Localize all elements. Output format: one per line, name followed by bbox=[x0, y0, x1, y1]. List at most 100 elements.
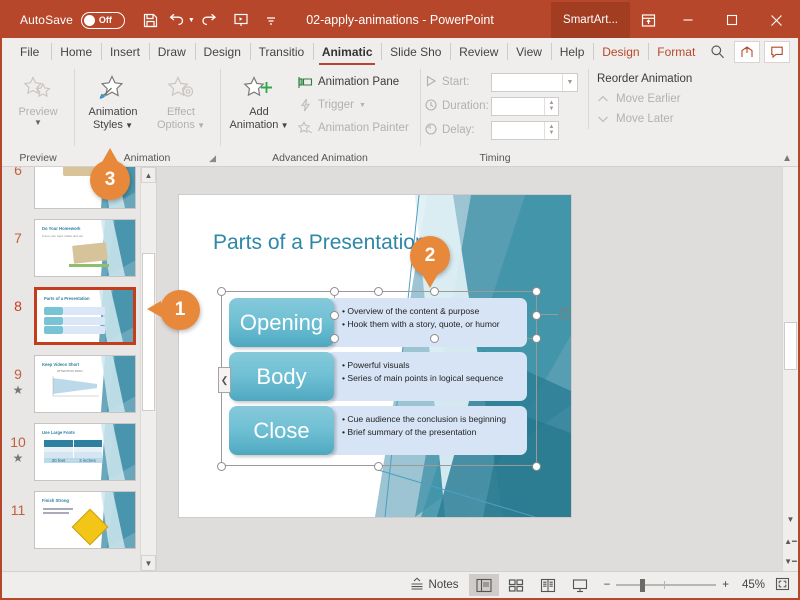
scroll-up-arrow-icon[interactable]: ▲ bbox=[141, 167, 156, 183]
delay-stepper[interactable]: ▲ ▼ bbox=[544, 121, 558, 139]
tab-slide-show[interactable]: Slide Sho bbox=[381, 38, 450, 65]
start-select[interactable]: ▼ bbox=[491, 72, 578, 92]
start-value[interactable] bbox=[492, 74, 562, 91]
smartart-row-opening[interactable]: Opening • Overview of the content & purp… bbox=[229, 298, 527, 347]
shape-handle-tc[interactable] bbox=[430, 287, 439, 296]
ribbon-display-options-icon[interactable] bbox=[630, 2, 666, 38]
tab-view[interactable]: View bbox=[507, 38, 551, 65]
smartart-heading-opening[interactable]: Opening bbox=[229, 298, 334, 347]
resize-handle-tc[interactable] bbox=[374, 286, 383, 296]
tab-smartart-format[interactable]: Format bbox=[648, 38, 704, 65]
animation-dialog-launcher-icon[interactable]: ◢ bbox=[209, 153, 216, 164]
shape-handle-ml[interactable] bbox=[330, 311, 339, 320]
preview-button[interactable]: Preview ▼ bbox=[7, 69, 69, 127]
previous-slide-icon[interactable]: ▲━ bbox=[783, 533, 798, 549]
delay-spinner[interactable]: ▲ ▼ bbox=[491, 120, 559, 140]
customize-qat-icon[interactable] bbox=[257, 7, 285, 33]
duration-value[interactable] bbox=[492, 98, 544, 115]
delay-value[interactable] bbox=[492, 122, 544, 139]
canvas-scrollbar-thumb[interactable] bbox=[784, 322, 797, 370]
save-icon[interactable] bbox=[137, 7, 165, 33]
maximize-button[interactable] bbox=[710, 2, 754, 38]
animation-pane-button[interactable]: Animation Pane bbox=[293, 72, 413, 92]
add-animation-button[interactable]: Add Animation ▼ bbox=[225, 69, 293, 132]
duration-stepper[interactable]: ▲ ▼ bbox=[544, 97, 558, 115]
resize-handle-tl[interactable] bbox=[216, 286, 226, 296]
share-icon[interactable] bbox=[734, 40, 760, 63]
zoom-slider[interactable] bbox=[616, 579, 717, 592]
tab-review[interactable]: Review bbox=[450, 38, 507, 65]
slide-thumbnail-11[interactable]: 11 Finish Strong bbox=[2, 485, 140, 553]
zoom-out-button[interactable]: − bbox=[604, 579, 611, 591]
resize-handle-br[interactable] bbox=[532, 461, 541, 471]
redo-icon[interactable] bbox=[197, 7, 225, 33]
tab-home[interactable]: Home bbox=[51, 38, 101, 65]
minimize-button[interactable] bbox=[666, 2, 710, 38]
search-icon[interactable] bbox=[704, 41, 730, 63]
smartart-text-pane-collapse-icon[interactable]: ❮ bbox=[218, 367, 231, 393]
notes-button[interactable]: Notes bbox=[401, 572, 468, 598]
trigger-button[interactable]: Trigger ▼ bbox=[293, 95, 413, 115]
shape-handle-bc[interactable] bbox=[430, 334, 439, 343]
chevron-down-icon[interactable]: ▼ bbox=[562, 73, 577, 91]
canvas-scrollbar[interactable]: ▼ ▲━ ▼━ bbox=[782, 167, 798, 571]
thumbnail-scrollbar-thumb[interactable] bbox=[142, 253, 155, 411]
move-later-button[interactable]: Move Later bbox=[591, 109, 698, 129]
smartart-heading-body[interactable]: Body bbox=[229, 352, 334, 401]
smartart-bullets-opening[interactable]: • Overview of the content & purpose • Ho… bbox=[326, 298, 527, 347]
move-earlier-button[interactable]: Move Earlier bbox=[591, 89, 698, 109]
smartart-row-body[interactable]: Body • Powerful visuals • Series of main… bbox=[229, 352, 527, 401]
smartart-bullets-body[interactable]: • Powerful visuals • Series of main poin… bbox=[326, 352, 527, 401]
reading-view-button[interactable] bbox=[533, 574, 563, 596]
zoom-percent-label[interactable]: 45% bbox=[735, 579, 765, 591]
shape-handle-mr[interactable] bbox=[532, 311, 541, 320]
slide-sorter-button[interactable] bbox=[501, 574, 531, 596]
tab-draw[interactable]: Draw bbox=[148, 38, 195, 65]
tab-transitions[interactable]: Transitio bbox=[249, 38, 313, 65]
slide-thumbnail-7[interactable]: 7 Do Your Homework Know your topic insid… bbox=[2, 213, 140, 281]
duration-spinner[interactable]: ▲ ▼ bbox=[491, 96, 559, 116]
zoom-slider-handle[interactable] bbox=[640, 579, 646, 592]
zoom-in-button[interactable]: + bbox=[722, 579, 729, 591]
slide-thumbnail-9[interactable]: 9 ★ Keep Videos Short ATTENTION SPAN bbox=[2, 349, 140, 417]
undo-icon[interactable]: ▼ bbox=[167, 7, 195, 33]
smartart-row-close[interactable]: Close • Cue audience the conclusion is b… bbox=[229, 406, 527, 455]
next-slide-icon[interactable]: ▼━ bbox=[783, 553, 798, 569]
slide-thumbnail-10[interactable]: 10 ★ Use Large Fonts 30 feet 3 inches bbox=[2, 417, 140, 485]
slide-thumbnail-pane[interactable]: 6 7 Do Your Homework Know your topic ins… bbox=[2, 167, 157, 571]
resize-handle-bl[interactable] bbox=[216, 461, 226, 471]
scroll-down-arrow-icon[interactable]: ▼ bbox=[141, 555, 156, 571]
smartart-bullets-close[interactable]: • Cue audience the conclusion is beginni… bbox=[326, 406, 527, 455]
slide-title[interactable]: Parts of a Presentation bbox=[213, 231, 427, 255]
shape-handle-br[interactable] bbox=[532, 334, 541, 343]
thumbnail-scrollbar[interactable]: ▲ ▼ bbox=[140, 167, 156, 571]
slide-canvas[interactable]: Parts of a Presentation ❮ Opening • Over… bbox=[179, 195, 571, 517]
tab-insert[interactable]: Insert bbox=[100, 38, 149, 65]
tab-animations[interactable]: Animatic bbox=[312, 38, 381, 65]
animation-styles-button[interactable]: Animation Styles ▼ bbox=[79, 69, 147, 132]
shape-handle-bl[interactable] bbox=[330, 334, 339, 343]
zoom-control[interactable]: − + 45% bbox=[596, 577, 798, 594]
tab-smartart-design[interactable]: Design bbox=[593, 38, 648, 65]
effect-options-button[interactable]: Effect Options ▼ bbox=[147, 69, 215, 132]
tab-design[interactable]: Design bbox=[194, 38, 250, 65]
start-slideshow-icon[interactable] bbox=[227, 7, 255, 33]
smartart-heading-close[interactable]: Close bbox=[229, 406, 334, 455]
slideshow-button[interactable] bbox=[565, 574, 595, 596]
tab-help[interactable]: Help bbox=[550, 38, 594, 65]
slide-thumbnail-8[interactable]: 8 Parts of a Presentation bbox=[2, 281, 140, 349]
fit-slide-to-window-icon[interactable] bbox=[775, 577, 790, 594]
preview-caret-icon[interactable]: ▼ bbox=[34, 118, 42, 127]
resize-handle-bc[interactable] bbox=[374, 461, 383, 471]
contextual-tab-indicator[interactable]: SmartArt... bbox=[551, 2, 630, 38]
tab-file[interactable]: File bbox=[2, 38, 51, 65]
shape-handle-tr[interactable] bbox=[532, 287, 541, 296]
close-button[interactable] bbox=[754, 2, 798, 38]
animation-painter-button[interactable]: Animation Painter bbox=[293, 118, 413, 138]
collapse-ribbon-icon[interactable]: ▲ bbox=[782, 153, 792, 164]
autosave-toggle[interactable]: Off bbox=[80, 11, 125, 29]
normal-view-button[interactable] bbox=[468, 574, 499, 596]
scroll-down-arrow-icon[interactable]: ▼ bbox=[783, 511, 798, 527]
shape-handle-tl[interactable] bbox=[330, 287, 339, 296]
rotate-handle-icon[interactable] bbox=[557, 306, 571, 323]
